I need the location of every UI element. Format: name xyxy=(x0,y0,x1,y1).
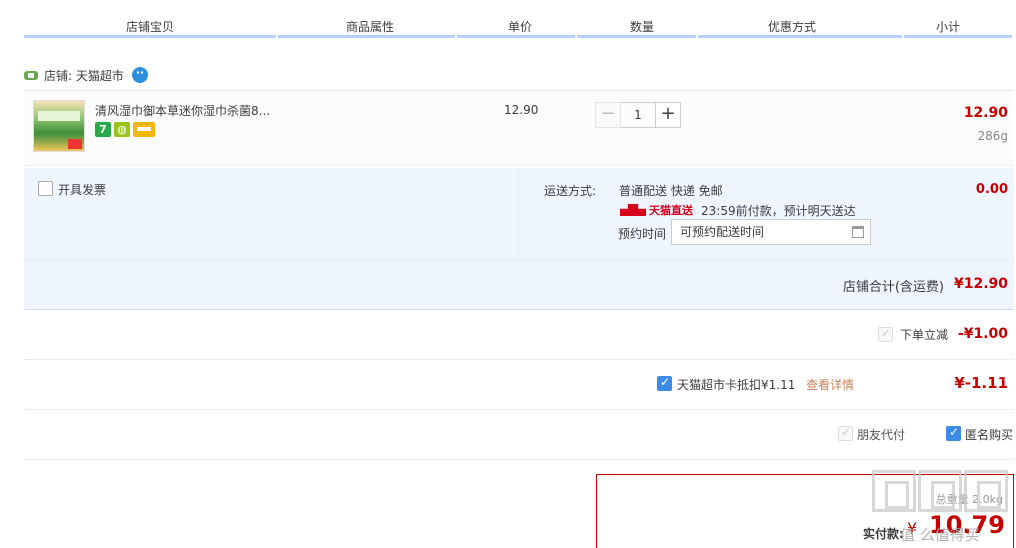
calendar-icon[interactable] xyxy=(852,226,864,238)
shop-row: 店铺: 天猫超市 xyxy=(24,66,148,84)
quantity-stepper: − 1 + xyxy=(595,102,681,128)
shipping-panel: 开具发票 运送方式: 普通配送 快递 免邮 天猫直送 23:59前付款，预计明天… xyxy=(24,168,1014,260)
cart-item-row: 清风湿巾御本草迷你湿巾杀菌8... 7 ◍ 12.90 − 1 + 12.90 … xyxy=(24,90,1014,166)
appointment-label: 预约时间 xyxy=(618,227,667,241)
invoice-label[interactable]: 开具发票 xyxy=(58,181,106,198)
friend-pay-label[interactable]: 朋友代付 xyxy=(857,426,905,443)
item-subtotal: 12.90 xyxy=(963,105,1008,121)
product-title[interactable]: 清风湿巾御本草迷你湿巾杀菌8... xyxy=(95,102,270,119)
tmall-direct-tag: 天猫直送 xyxy=(620,202,693,218)
shipping-fee: 0.00 xyxy=(975,182,1008,197)
panel-divider xyxy=(518,168,519,260)
item-weight: 286g xyxy=(977,129,1008,143)
header-unit-price: 单价 xyxy=(508,20,533,34)
payment-summary: 总重量 2.0kg 实付款: ¥ 10.79 xyxy=(596,474,1014,548)
shop-name[interactable]: 店铺: 天猫超市 xyxy=(44,67,124,84)
payment-amount: 10.79 xyxy=(929,511,1005,539)
anonymous-label[interactable]: 匿名购买 xyxy=(965,426,1013,443)
friend-pay-checkbox[interactable] xyxy=(838,425,853,441)
chat-icon[interactable] xyxy=(131,66,148,83)
shipping-method: 普通配送 快递 免邮 xyxy=(619,184,723,198)
tmall-card-value: ¥-1.11 xyxy=(954,374,1008,392)
unit-price: 12.90 xyxy=(504,103,539,117)
card-payment-icon[interactable] xyxy=(133,122,155,137)
appointment-time-select[interactable]: 可预约配送时间 xyxy=(671,219,871,245)
tmall-card-row: 天猫超市卡抵扣¥1.11 查看详情 ¥-1.11 xyxy=(24,360,1014,410)
order-discount-row: 下单立减 -¥1.00 xyxy=(24,310,1014,360)
shop-total-row: 店铺合计(含运费) ¥12.90 xyxy=(24,260,1014,310)
header-subtotal: 小计 xyxy=(936,20,961,34)
tmall-card-checkbox[interactable] xyxy=(657,375,672,391)
tmall-card-details-link[interactable]: 查看详情 xyxy=(806,376,854,393)
shop-total-label: 店铺合计(含运费) xyxy=(842,280,944,295)
header-divider xyxy=(24,35,1014,38)
product-thumbnail[interactable] xyxy=(33,100,85,152)
tmall-logo-icon xyxy=(620,204,646,216)
shop-icon xyxy=(24,69,38,81)
header-discount: 优惠方式 xyxy=(768,20,817,34)
discount-checkbox xyxy=(878,326,893,342)
insurance-icon[interactable]: ◍ xyxy=(114,122,130,137)
quantity-increase-button[interactable]: + xyxy=(655,102,681,128)
anonymous-checkbox[interactable] xyxy=(946,425,961,441)
total-weight: 总重量 2.0kg xyxy=(935,493,1003,506)
header-shop-item: 店铺宝贝 xyxy=(126,20,175,34)
discount-label: 下单立减 xyxy=(899,328,948,342)
tmall-card-label[interactable]: 天猫超市卡抵扣¥1.11 xyxy=(677,376,795,393)
invoice-checkbox[interactable] xyxy=(38,181,53,196)
appointment-value: 可预约配送时间 xyxy=(680,225,765,239)
payment-label: 实付款: xyxy=(863,527,904,541)
shop-total-value: ¥12.90 xyxy=(953,276,1008,292)
header-attributes: 商品属性 xyxy=(346,20,395,34)
header-quantity: 数量 xyxy=(630,20,655,34)
tmall-direct-text: 天猫直送 xyxy=(649,204,693,217)
quantity-input[interactable]: 1 xyxy=(621,102,655,128)
order-options-row: 朋友代付 匿名购买 xyxy=(24,410,1014,460)
service-badges: 7 ◍ xyxy=(95,122,158,137)
payment-currency: ¥ xyxy=(907,519,918,538)
shipping-label: 运送方式: xyxy=(544,184,597,198)
discount-value: -¥1.00 xyxy=(957,326,1008,342)
seven-day-return-icon[interactable]: 7 xyxy=(95,122,111,137)
quantity-decrease-button[interactable]: − xyxy=(595,102,621,128)
delivery-estimate: 23:59前付款，预计明天送达 xyxy=(701,204,856,218)
